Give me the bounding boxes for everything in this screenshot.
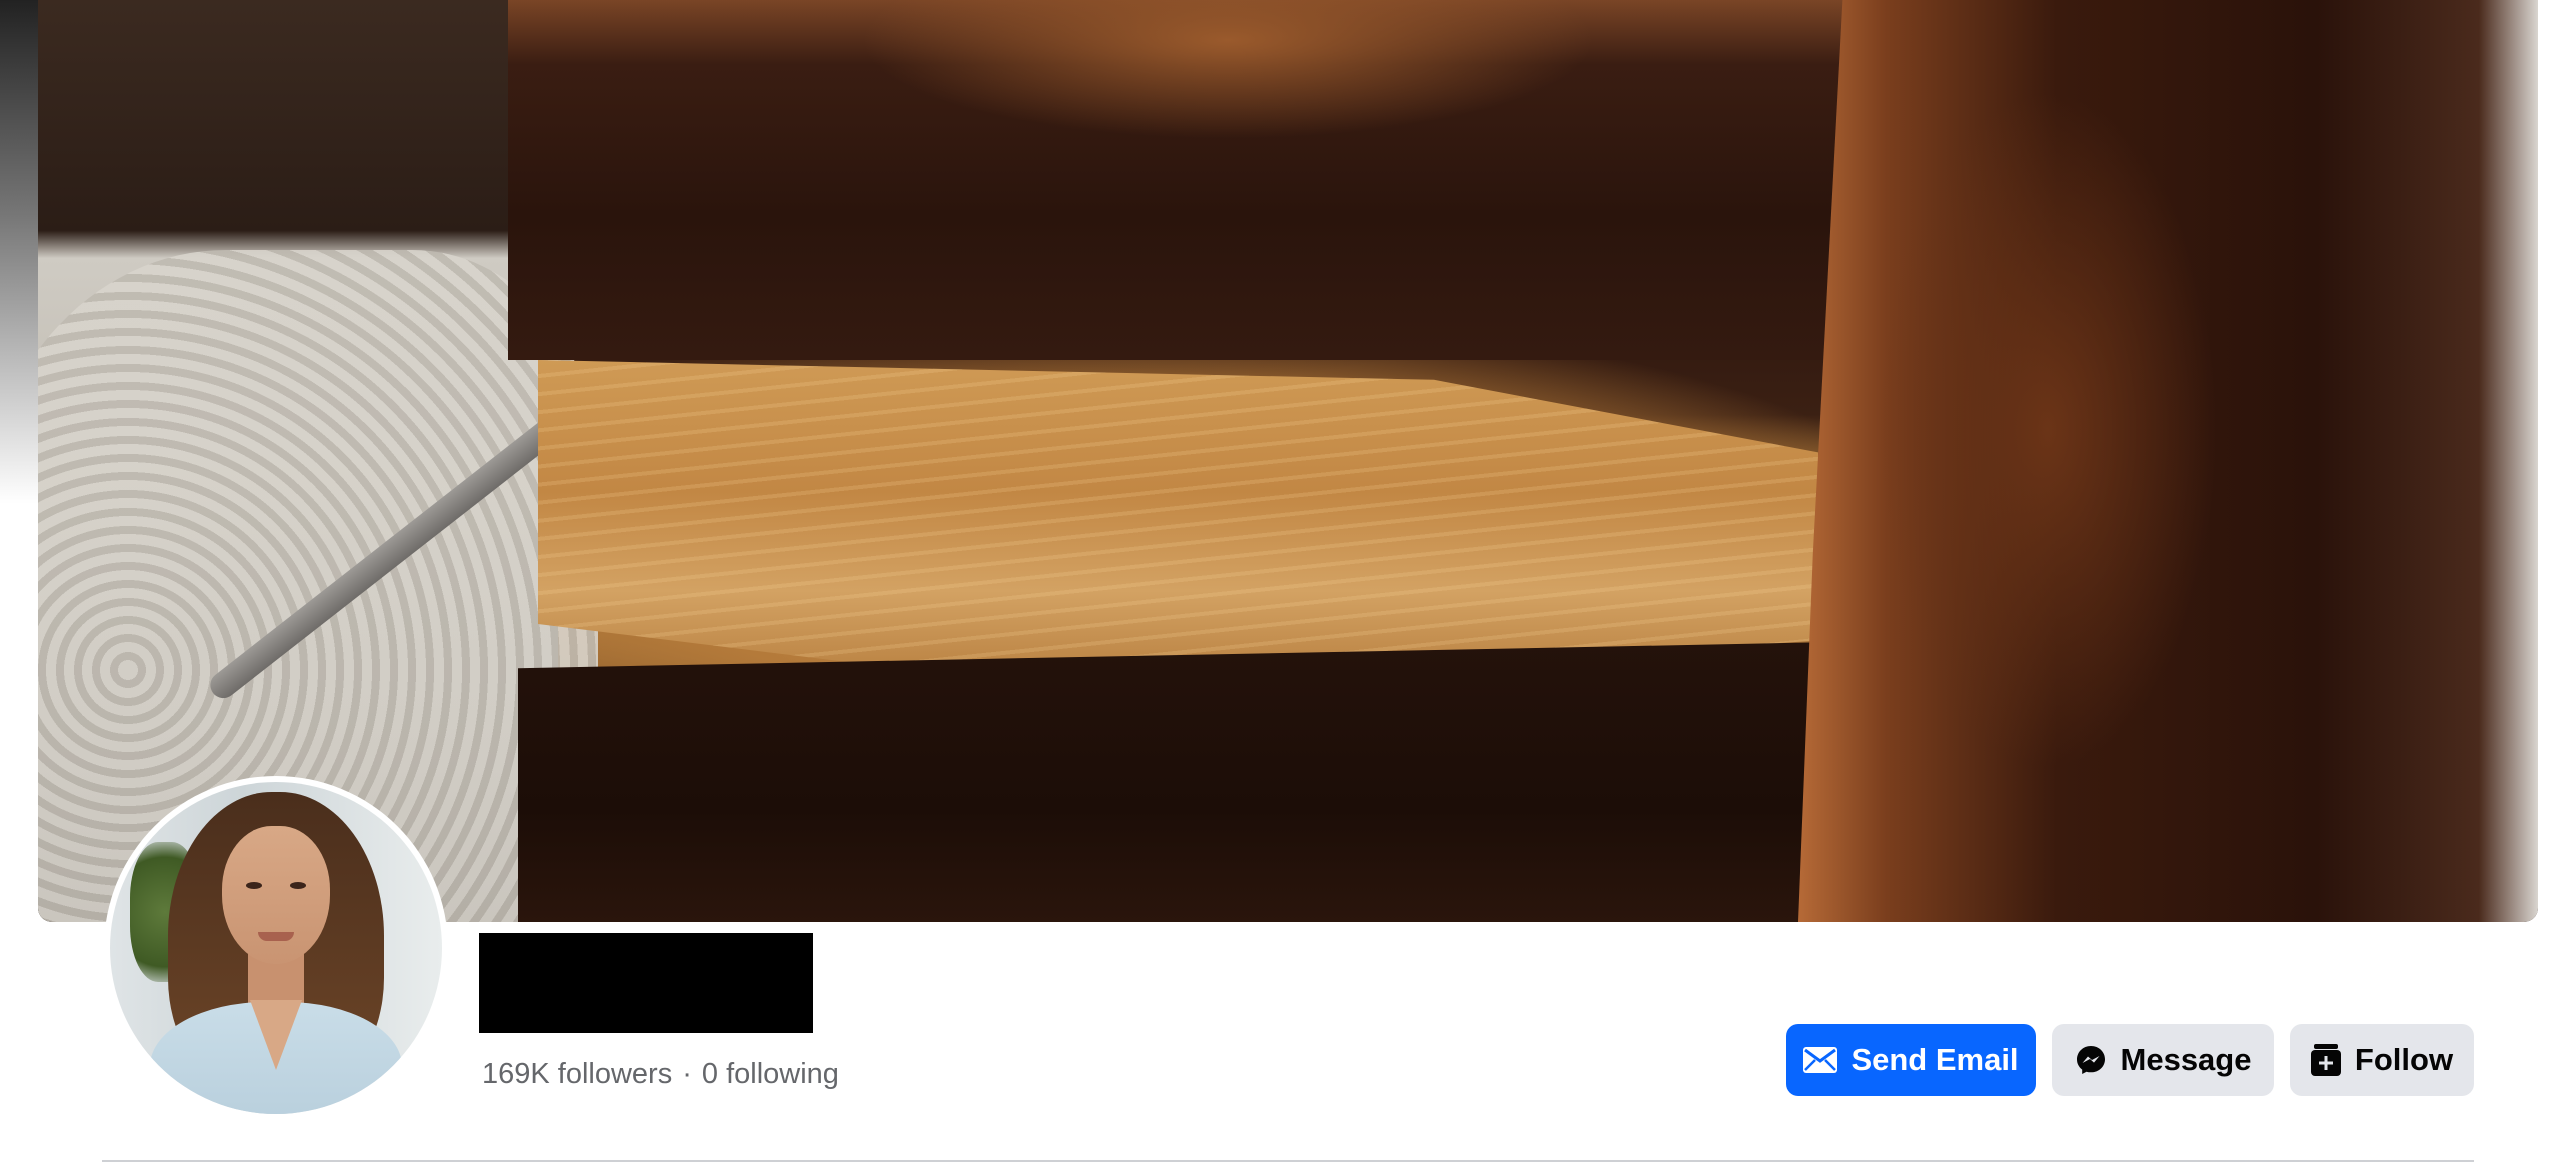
send-email-label: Send Email [1851, 1042, 2019, 1077]
avatar-eye-right [290, 882, 306, 889]
following-count[interactable]: 0 following [702, 1058, 839, 1090]
cover-photo[interactable] [38, 0, 2538, 922]
avatar[interactable] [104, 776, 448, 1120]
cake-bottom-layer [518, 640, 1938, 922]
cake-frosting [1798, 0, 2538, 922]
profile-picture [110, 782, 442, 1114]
follow-label: Follow [2354, 1042, 2454, 1077]
stats-separator: · [682, 1058, 692, 1090]
message-label: Message [2120, 1042, 2252, 1077]
follow-button[interactable]: Follow [2290, 1024, 2474, 1096]
avatar-face [222, 826, 330, 964]
send-email-button[interactable]: Send Email [1786, 1024, 2036, 1096]
profile-name-redacted [479, 933, 813, 1033]
avatar-mouth [258, 932, 294, 941]
avatar-eye-left [246, 882, 262, 889]
section-divider [102, 1160, 2474, 1162]
messenger-icon [2075, 1044, 2107, 1076]
envelope-icon [1803, 1047, 1838, 1073]
cake-top-layer [508, 0, 2008, 360]
message-button[interactable]: Message [2052, 1024, 2274, 1096]
follow-plus-icon [2310, 1044, 2341, 1076]
profile-header: 169K followers · 0 following Send Email Me… [0, 0, 2558, 1168]
followers-count[interactable]: 169K followers [482, 1058, 672, 1090]
cake-filling-layer [538, 360, 1818, 690]
left-edge-shade [0, 0, 38, 720]
follow-stats: 169K followers · 0 following [482, 1058, 839, 1091]
